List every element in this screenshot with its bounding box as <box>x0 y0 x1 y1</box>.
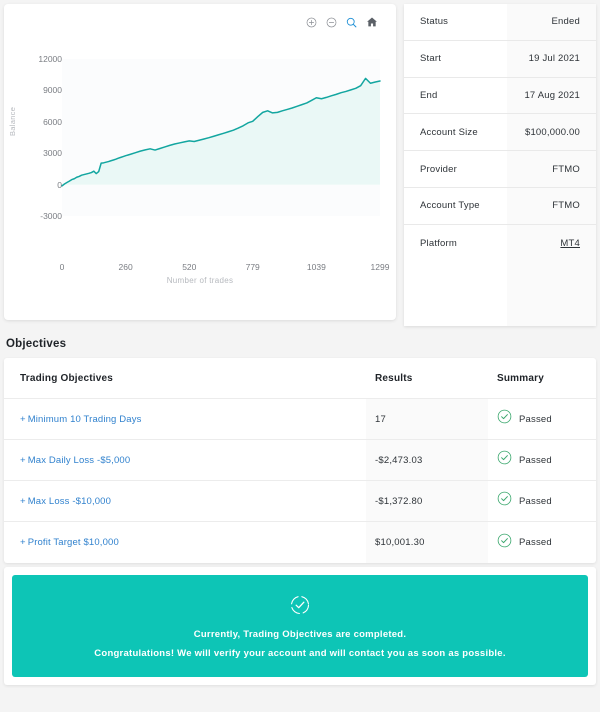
info-value: $100,000.00 <box>507 114 596 150</box>
check-circle-dashed-icon <box>289 594 311 621</box>
info-key-empty <box>404 262 507 326</box>
plus-icon: + <box>20 455 26 466</box>
info-key: Status <box>404 4 507 40</box>
plus-icon: + <box>20 414 26 425</box>
objective-cell: +Profit Target $10,000 <box>4 522 366 563</box>
objectives-table-header: Trading Objectives Results Summary <box>4 358 596 399</box>
x-axis-tick-label: 1039 <box>307 262 326 272</box>
objective-label: Minimum 10 Trading Days <box>28 414 142 425</box>
result-value: -$1,372.80 <box>375 496 422 507</box>
table-row: +Max Loss -$10,000 -$1,372.80 Passed <box>4 481 596 522</box>
x-axis-tick-label: 779 <box>246 262 260 272</box>
column-header-objective: Trading Objectives <box>4 358 366 398</box>
info-value-link[interactable]: MT4 <box>507 225 596 262</box>
status-badge: Passed <box>497 409 552 429</box>
info-value: 19 Jul 2021 <box>507 41 596 77</box>
y-axis-tick-label: 6000 <box>43 117 62 127</box>
info-key: Platform <box>404 225 507 262</box>
summary-label: Passed <box>519 537 552 548</box>
result-cell: -$1,372.80 <box>366 481 488 521</box>
y-axis-tick-label: -3000 <box>40 211 62 221</box>
y-axis-tick-label: 3000 <box>43 148 62 158</box>
summary-cell: Passed <box>488 440 596 480</box>
objectives-section-title: Objectives <box>6 338 600 350</box>
table-row: +Max Daily Loss -$5,000 -$2,473.03 Passed <box>4 440 596 481</box>
summary-cell: Passed <box>488 399 596 439</box>
result-cell: -$2,473.03 <box>366 440 488 480</box>
x-axis-tick-label: 0 <box>60 262 65 272</box>
check-circle-icon <box>497 409 512 429</box>
check-circle-icon <box>497 491 512 511</box>
account-info-table: StatusEndedStart19 Jul 2021End17 Aug 202… <box>404 4 596 326</box>
status-badge: Passed <box>497 450 552 470</box>
column-header-summary: Summary <box>488 358 596 398</box>
objective-cell: +Minimum 10 Trading Days <box>4 399 366 439</box>
chart-y-axis-ticks: 12000 9000 6000 3000 0 -3000 <box>14 4 62 264</box>
account-metrics-page: Balance 120009000600030000-3000 02605207… <box>0 0 600 712</box>
info-row: PlatformMT4 <box>404 225 596 262</box>
info-value: 17 Aug 2021 <box>507 78 596 114</box>
check-circle-icon <box>497 450 512 470</box>
info-row: Start19 Jul 2021 <box>404 41 596 78</box>
objective-label: Max Daily Loss -$5,000 <box>28 455 131 466</box>
chart-plot-area <box>4 4 396 294</box>
summary-label: Passed <box>519 414 552 425</box>
y-axis-tick-label: 9000 <box>43 85 62 95</box>
objective-label: Profit Target $10,000 <box>28 537 119 548</box>
plus-icon: + <box>20 537 26 548</box>
info-row: ProviderFTMO <box>404 151 596 188</box>
objective-expand-link[interactable]: +Max Loss -$10,000 <box>20 496 111 507</box>
check-circle-icon <box>497 533 512 553</box>
info-row: StatusEnded <box>404 4 596 41</box>
objective-expand-link[interactable]: +Profit Target $10,000 <box>20 537 119 548</box>
objective-cell: +Max Daily Loss -$5,000 <box>4 440 366 480</box>
plus-icon: + <box>20 496 26 507</box>
top-section: Balance 120009000600030000-3000 02605207… <box>0 0 600 324</box>
x-axis-tick-label: 520 <box>182 262 196 272</box>
info-row: End17 Aug 2021 <box>404 78 596 115</box>
column-header-results: Results <box>366 358 488 398</box>
info-value: FTMO <box>507 188 596 224</box>
objective-label: Max Loss -$10,000 <box>28 496 111 507</box>
info-key: Account Type <box>404 188 507 224</box>
x-axis-tick-label: 260 <box>119 262 133 272</box>
banner-line-2: Congratulations! We will verify your acc… <box>94 648 505 659</box>
result-value: $10,001.30 <box>375 537 425 548</box>
status-badge: Passed <box>497 533 552 553</box>
info-key: Start <box>404 41 507 77</box>
chart-x-axis-label: Number of trades <box>4 276 396 285</box>
info-row: Account Size$100,000.00 <box>404 114 596 151</box>
info-row: Account TypeFTMO <box>404 188 596 225</box>
summary-cell: Passed <box>488 481 596 521</box>
summary-cell: Passed <box>488 522 596 563</box>
x-axis-tick-label: 1299 <box>371 262 390 272</box>
table-row: +Profit Target $10,000 $10,001.30 Passed <box>4 522 596 563</box>
y-axis-tick-label: 12000 <box>38 54 62 64</box>
objectives-completed-banner: Currently, Trading Objectives are comple… <box>12 575 588 677</box>
balance-chart-card: Balance 120009000600030000-3000 02605207… <box>4 4 396 320</box>
status-badge: Passed <box>497 491 552 511</box>
info-key: End <box>404 78 507 114</box>
table-row: +Minimum 10 Trading Days 17 Passed <box>4 399 596 440</box>
objective-expand-link[interactable]: +Max Daily Loss -$5,000 <box>20 455 130 466</box>
info-key: Provider <box>404 151 507 187</box>
result-cell: 17 <box>366 399 488 439</box>
result-value: -$2,473.03 <box>375 455 422 466</box>
objective-cell: +Max Loss -$10,000 <box>4 481 366 521</box>
objective-expand-link[interactable]: +Minimum 10 Trading Days <box>20 414 142 425</box>
balance-chart: Balance 120009000600030000-3000 02605207… <box>4 4 396 294</box>
summary-label: Passed <box>519 496 552 507</box>
info-value: FTMO <box>507 151 596 187</box>
summary-label: Passed <box>519 455 552 466</box>
banner-line-1: Currently, Trading Objectives are comple… <box>194 629 407 640</box>
info-value: Ended <box>507 4 596 40</box>
y-axis-tick-label: 0 <box>57 180 62 190</box>
result-value: 17 <box>375 414 386 425</box>
result-cell: $10,001.30 <box>366 522 488 563</box>
info-value-empty <box>507 262 596 326</box>
status-banner-card: Currently, Trading Objectives are comple… <box>4 567 596 685</box>
info-row-empty <box>404 262 596 326</box>
info-key: Account Size <box>404 114 507 150</box>
objectives-table: Trading Objectives Results Summary +Mini… <box>4 358 596 563</box>
